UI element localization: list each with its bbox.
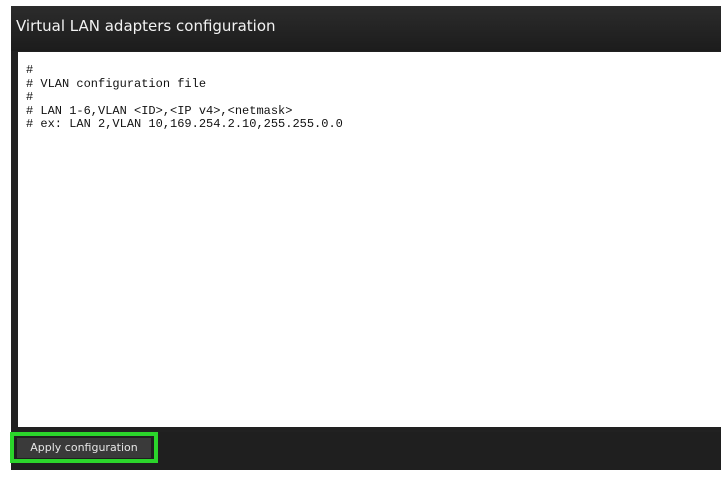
apply-configuration-button[interactable]: Apply configuration xyxy=(17,438,151,458)
vlan-config-editor[interactable] xyxy=(18,52,721,427)
vlan-config-panel: Virtual LAN adapters configuration xyxy=(11,6,721,470)
title-bar: Virtual LAN adapters configuration xyxy=(11,6,721,51)
screenshot-canvas: Virtual LAN adapters configuration Apply… xyxy=(0,0,721,500)
page-title: Virtual LAN adapters configuration xyxy=(16,17,276,35)
